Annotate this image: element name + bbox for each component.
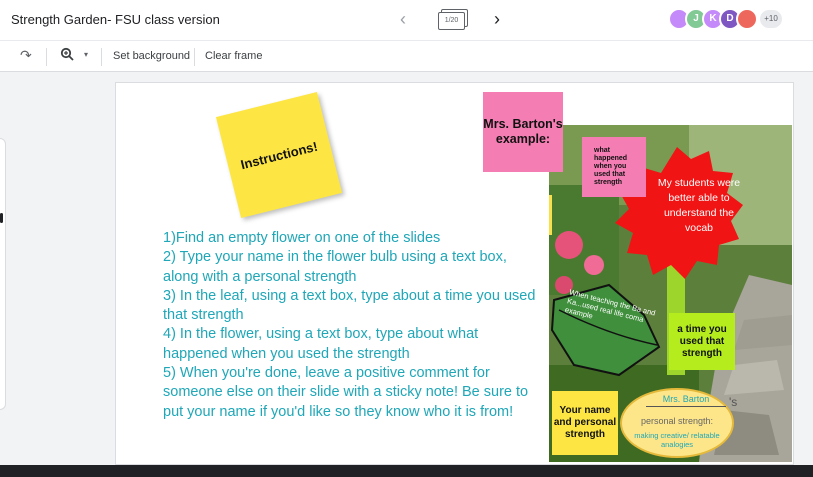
toolbar-divider [194, 48, 195, 66]
instructions-note-text: Instructions! [238, 138, 320, 172]
bulb-name-text[interactable]: Mrs. Barton [646, 394, 726, 407]
instruction-step: 3) In the leaf, using a text box, type a… [163, 287, 536, 324]
toolbar-divider [46, 48, 47, 66]
time-used-note-text: a time you used that strength [677, 323, 727, 359]
toolbar-divider [101, 48, 102, 66]
instruction-step: 1)Find an empty flower on one of the sli… [163, 230, 441, 246]
what-happened-note-text: what happened when you used that strengt… [594, 147, 628, 186]
your-name-sticky-note[interactable]: Your name and personal strength [552, 391, 618, 455]
instruction-step: 5) When you're done, leave a positive co… [163, 365, 529, 420]
side-panel-handle[interactable] [0, 213, 3, 223]
chevron-down-icon[interactable]: ▾ [84, 50, 88, 59]
previous-frame-button[interactable]: ‹ [400, 9, 406, 30]
clear-frame-button[interactable]: Clear frame [205, 50, 262, 62]
avatar[interactable] [736, 8, 758, 30]
bulb-label-text: personal strength: [640, 416, 714, 426]
set-background-button[interactable]: Set background [113, 50, 190, 62]
time-used-sticky-note[interactable]: a time you used that strength [669, 313, 735, 370]
your-name-note-text: Your name and personal strength [553, 405, 617, 440]
bulb-strength-text[interactable]: making creative/ relatable analogies [630, 431, 724, 449]
board-title[interactable]: Strength Garden- FSU class version [11, 12, 220, 27]
bottom-bar [0, 465, 813, 477]
example-sticky-note[interactable]: Mrs. Barton's example: [483, 92, 563, 172]
what-happened-sticky-note[interactable]: what happened when you used that strengt… [582, 137, 646, 197]
redo-icon[interactable]: ↷ [20, 47, 32, 64]
bulb-possessive-text: 's [729, 395, 738, 409]
instructions-text-box[interactable]: 1)Find an empty flower on one of the sli… [163, 229, 543, 422]
toolbar: ↷ ▾ Set background Clear frame [0, 40, 813, 72]
top-bar: Strength Garden- FSU class version ‹ 1/2… [0, 0, 813, 40]
side-panel-edge[interactable] [0, 138, 6, 410]
frame-counter-button[interactable]: 1/20 [438, 9, 468, 31]
instruction-step: 2) Type your name in the flower bulb usi… [163, 249, 507, 285]
zoom-icon[interactable] [60, 47, 74, 64]
instructions-sticky-note[interactable]: Instructions! [215, 91, 343, 219]
jamboard-canvas[interactable]: Instructions! 1)Find an empty flower on … [115, 82, 794, 465]
next-frame-button[interactable]: › [494, 9, 500, 30]
instruction-step: 4) In the flower, using a text box, type… [163, 326, 479, 362]
frame-counter-label: 1/20 [438, 12, 465, 30]
more-collaborators-badge[interactable]: +10 [758, 8, 784, 30]
flower-text-box[interactable]: My students were better able to understa… [654, 176, 744, 236]
example-note-text: Mrs. Barton's example: [483, 117, 563, 146]
